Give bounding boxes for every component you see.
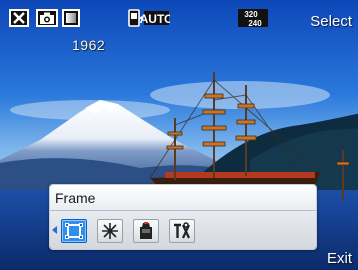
sparkle-effect-icon <box>102 223 118 239</box>
popup-title: Frame <box>50 185 316 211</box>
scene-icon <box>140 222 152 239</box>
resolution-height-label: 240 <box>248 19 262 27</box>
frame-option-button[interactable] <box>61 219 87 243</box>
tools-option-button[interactable] <box>169 219 195 243</box>
frame-icon <box>65 223 83 239</box>
storage-mode-label: AUTO <box>140 12 170 26</box>
camera-viewfinder-screen: AUTO 320 240 1962 Select Exit Frame <box>0 0 358 270</box>
exit-softkey[interactable]: Exit <box>327 250 352 267</box>
storage-auto-icon: AUTO <box>128 9 170 27</box>
scene-option-button[interactable] <box>133 219 159 243</box>
tools-icon <box>174 222 190 239</box>
effect-option-button[interactable] <box>97 219 123 243</box>
select-softkey[interactable]: Select <box>310 13 352 30</box>
settings-popup: Frame <box>49 184 317 250</box>
scroll-left-arrow-icon[interactable] <box>52 226 57 234</box>
close-mode-icon[interactable] <box>9 9 29 27</box>
shots-remaining-count: 1962 <box>72 37 106 53</box>
resolution-icon: 320 240 <box>238 9 268 27</box>
camera-mode-icon <box>36 9 58 27</box>
option-toolbar <box>50 211 316 249</box>
resolution-width-label: 320 <box>244 10 258 19</box>
color-mode-icon <box>62 9 80 27</box>
